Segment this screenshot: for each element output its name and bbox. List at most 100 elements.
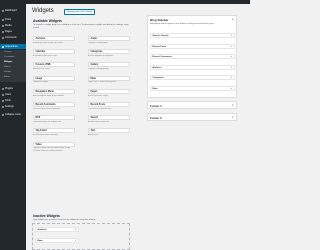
sidebar-widget[interactable]: Meta ▼ (150, 85, 235, 91)
widget-recent-posts[interactable]: Recent Posts (88, 102, 130, 107)
widget-custom-html[interactable]: Custom HTML (33, 62, 75, 68)
sidebar-widget-title: Recent Comments (152, 56, 172, 58)
sidebar-widget[interactable]: Archives ▼ (150, 64, 235, 70)
menu-label: Comments (5, 36, 17, 39)
submenu-item-widgets[interactable]: Widgets (4, 61, 13, 64)
menu-label: Tools (5, 99, 11, 102)
menu-item-plugins[interactable]: Plugins (0, 86, 26, 91)
footer-1-panel[interactable]: Footer 1 ▼ (147, 101, 237, 109)
arrow-down-icon[interactable]: ▼ (231, 88, 233, 90)
widget-search[interactable]: Search (88, 115, 130, 121)
inactive-widget[interactable]: Archives ▼ (35, 227, 79, 232)
admin-sidebar-menu: Dashboard Posts Media Pages Comments App… (0, 0, 26, 250)
widget-archives[interactable]: Archives (33, 36, 75, 41)
widget-description: Add a navigation menu to your sidebar. (33, 94, 65, 97)
widget-description: Your site's most recent comments. (33, 107, 61, 110)
widget-pages[interactable]: Pages (88, 88, 130, 94)
widget-tag-cloud[interactable]: Tag Cloud (33, 128, 75, 134)
widget-description: Displays an image. (33, 81, 49, 84)
widget-description: A cloud of your most used tags. (33, 134, 59, 137)
footer-2-panel[interactable]: Footer 2 ▼ (147, 113, 237, 121)
dashboard-icon (2, 9, 4, 12)
arrow-down-icon[interactable]: ▼ (231, 46, 233, 48)
arrow-down-icon[interactable]: ▼ (231, 77, 233, 79)
menu-item-appearance[interactable]: Appearance (0, 44, 26, 49)
widget-description: Arbitrary text. (88, 134, 99, 137)
live-preview-button[interactable]: Manage with Live Preview (64, 9, 96, 15)
inactive-widget-title: Meta (37, 240, 43, 242)
sidebar-widget[interactable]: Search: Search ▼ (150, 33, 235, 38)
widget-description: A list of your site's Pages. (88, 94, 109, 97)
menu-item-settings[interactable]: Settings (0, 104, 26, 109)
widget-description: Arbitrary HTML code. (33, 68, 51, 71)
inactive-widgets-area: Archives ▼ Meta ▼ (32, 223, 130, 250)
menu-item-comments[interactable]: Comments (0, 35, 26, 40)
widget-description: Displays an image gallery. (88, 68, 109, 71)
submenu-item-menus[interactable]: Menus (4, 66, 11, 69)
tools-icon (2, 99, 4, 102)
menu-label: Media (5, 24, 12, 27)
arrow-down-icon[interactable]: ▼ (75, 240, 77, 242)
blog-sidebar-title[interactable]: Blog Sidebar (150, 18, 169, 22)
widget-description: Your site's most recent Posts. (88, 107, 112, 110)
inactive-widgets-title: Inactive Widgets (33, 214, 60, 218)
arrow-up-icon[interactable]: ▲ (232, 18, 234, 21)
widget-description: A search form for your site. (88, 121, 110, 123)
menu-item-posts[interactable]: Posts (0, 17, 26, 22)
blog-sidebar-panel: Blog Sidebar ▲ Add widgets here to appea… (147, 15, 237, 98)
widget-description: A calendar of your site's Posts. (33, 55, 58, 57)
arrow-down-icon[interactable]: ▼ (75, 229, 77, 231)
widget-recent-comments[interactable]: Recent Comments (33, 102, 75, 107)
appearance-icon (2, 45, 4, 48)
menu-label: Dashboard (5, 9, 17, 12)
sidebar-widget-title: Search: Search (152, 35, 169, 37)
menu-label: Plugins (5, 87, 13, 90)
sidebar-widget[interactable]: Recent Posts ▼ (150, 43, 235, 49)
submenu-item-editor[interactable]: Editor (4, 76, 10, 79)
available-widgets-description: To activate a widget drag it to a sideba… (33, 24, 129, 29)
inactive-widget-title: Archives (37, 229, 47, 231)
users-icon (2, 93, 4, 96)
sidebar-widget[interactable]: Categories ▼ (150, 75, 235, 80)
menu-label: Posts (5, 18, 11, 21)
arrow-down-icon[interactable]: ▼ (231, 56, 233, 58)
submenu-item-header[interactable]: Header (4, 71, 11, 74)
collapse-menu-button[interactable]: Collapse menu (0, 112, 26, 117)
sidebar-widget-title: Archives (152, 66, 162, 69)
page-title: Widgets (32, 8, 54, 14)
menu-item-tools[interactable]: Tools (0, 98, 26, 103)
widget-meta[interactable]: Meta (88, 75, 130, 81)
menu-item-dashboard[interactable]: Dashboard (0, 8, 26, 13)
plugins-icon (2, 87, 4, 90)
sidebar-widget[interactable]: Recent Comments ▼ (150, 54, 235, 59)
submenu-item-themes[interactable]: Themes (4, 51, 12, 54)
arrow-down-icon[interactable]: ▼ (232, 104, 234, 107)
pages-icon (2, 30, 4, 33)
collapse-icon (2, 113, 4, 116)
arrow-down-icon[interactable]: ▼ (231, 35, 233, 37)
widget-text[interactable]: Text (88, 128, 130, 134)
menu-label: Settings (5, 105, 14, 108)
widget-gallery[interactable]: Gallery (88, 62, 130, 68)
footer-1-title[interactable]: Footer 1 (150, 104, 162, 108)
widget-rss[interactable]: RSS (33, 115, 75, 121)
widget-navigation-menu[interactable]: Navigation Menu (33, 88, 75, 94)
footer-2-title[interactable]: Footer 2 (150, 116, 162, 120)
arrow-down-icon[interactable]: ▼ (231, 67, 233, 69)
widget-categories[interactable]: Categories (88, 49, 130, 55)
widget-image[interactable]: Image (33, 75, 75, 81)
menu-item-media[interactable]: Media (0, 23, 26, 28)
inactive-widget[interactable]: Meta ▼ (35, 238, 79, 243)
widget-calendar[interactable]: Calendar (33, 49, 75, 55)
submenu-item-customize[interactable]: Customize (4, 56, 14, 59)
widget-audio[interactable]: Audio (88, 36, 130, 41)
widget-description: A list or dropdown of categories. (88, 55, 114, 57)
menu-item-users[interactable]: Users (0, 92, 26, 97)
menu-label: Pages (5, 30, 12, 33)
widget-description: Entries from any RSS or Atom feed. (33, 121, 62, 123)
widget-description: Displays a video from the media library … (33, 147, 71, 152)
menu-item-pages[interactable]: Pages (0, 29, 26, 34)
widget-video[interactable]: Video (33, 141, 75, 147)
widget-description: A monthly archive of your site's Posts. (33, 41, 64, 44)
arrow-down-icon[interactable]: ▼ (232, 116, 234, 119)
